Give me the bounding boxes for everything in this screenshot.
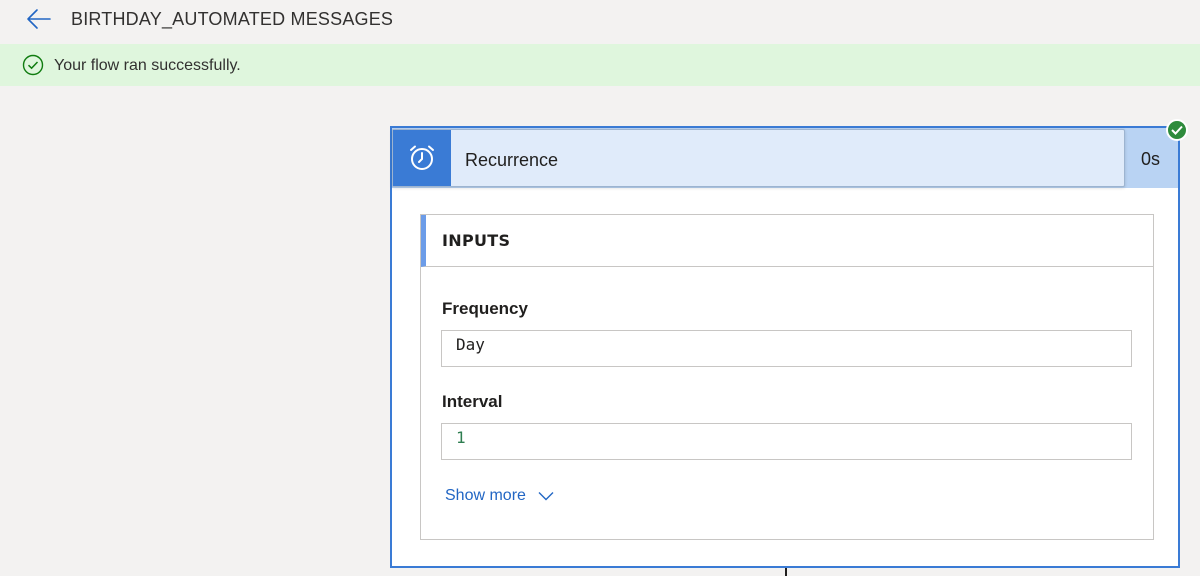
chevron-down-icon	[538, 491, 554, 501]
inputs-panel: INPUTS Frequency Day Interval 1 Show mor…	[420, 214, 1154, 540]
card-header[interactable]: Recurrence 0s	[392, 128, 1178, 188]
check-circle-icon	[22, 54, 44, 76]
flow-title: BIRTHDAY_AUTOMATED MESSAGES	[71, 9, 394, 29]
recurrence-card: Recurrence 0s INPUTS Frequency Day Inter…	[390, 126, 1180, 568]
trigger-icon-box	[393, 130, 451, 186]
interval-value: 1	[441, 423, 1132, 460]
show-more-link[interactable]: Show more	[445, 487, 554, 505]
inputs-header: INPUTS	[421, 215, 1153, 267]
interval-label: Interval	[442, 392, 503, 411]
success-banner: Your flow ran successfully.	[0, 44, 1200, 86]
frequency-value: Day	[441, 330, 1132, 367]
top-bar: BIRTHDAY_AUTOMATED MESSAGES	[0, 0, 1200, 44]
check-badge-icon	[1171, 125, 1183, 135]
show-more-label: Show more	[445, 487, 526, 504]
run-duration: 0s	[1140, 149, 1160, 169]
back-button[interactable]	[24, 6, 54, 34]
inputs-heading: INPUTS	[442, 231, 511, 250]
flow-connector	[785, 568, 787, 576]
alarm-clock-icon	[410, 145, 434, 170]
trigger-header[interactable]: Recurrence	[392, 129, 1125, 187]
success-status-badge	[1166, 119, 1188, 141]
success-message: Your flow ran successfully.	[54, 57, 241, 74]
arrow-left-icon	[27, 9, 51, 29]
frequency-label: Frequency	[442, 299, 528, 318]
trigger-title: Recurrence	[465, 150, 559, 170]
